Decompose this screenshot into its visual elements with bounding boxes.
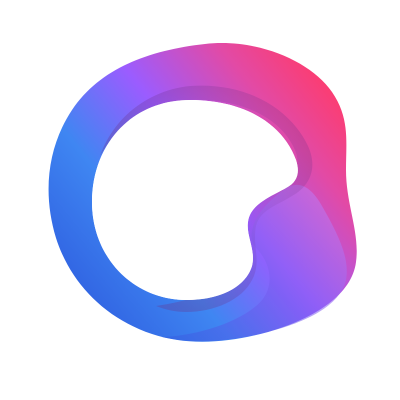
gradient-ring-logo-icon (48, 43, 357, 342)
app-icon-canvas (0, 0, 400, 400)
